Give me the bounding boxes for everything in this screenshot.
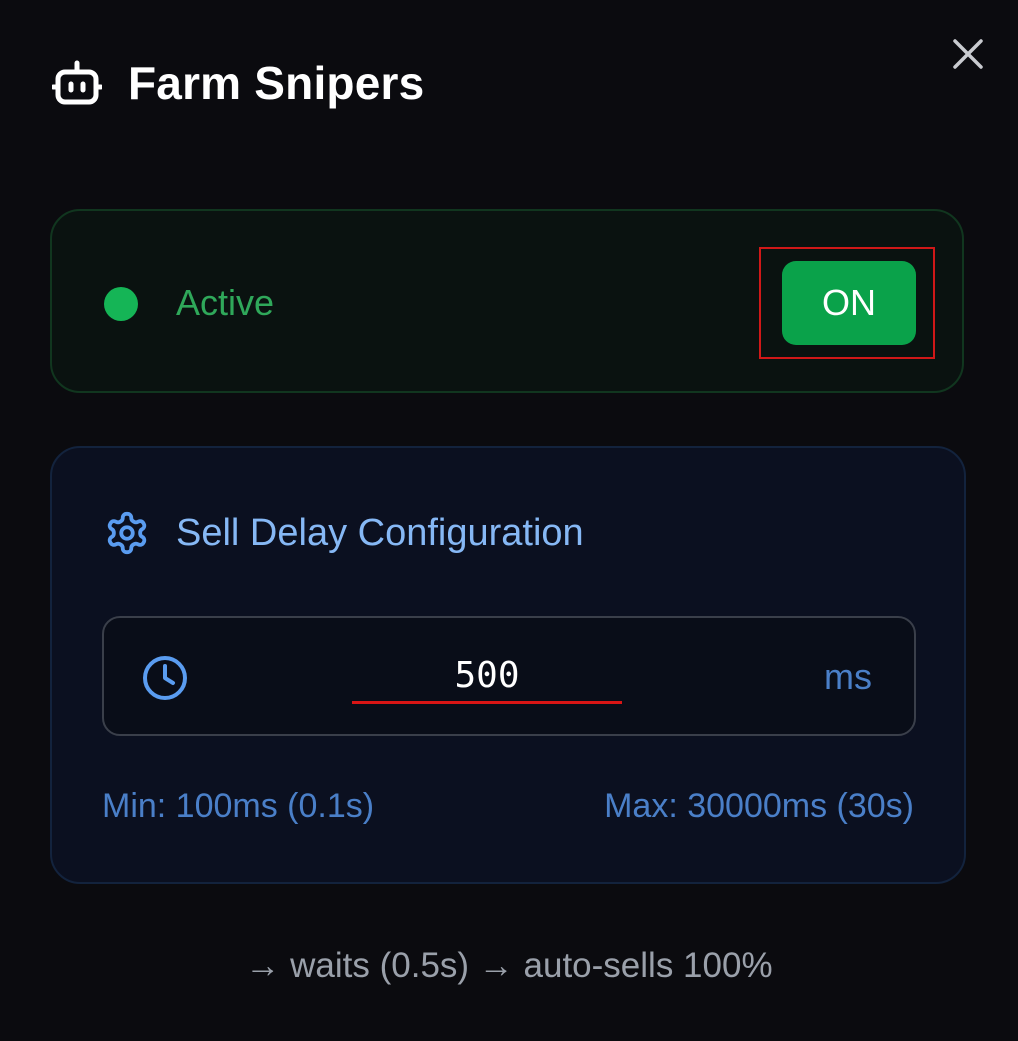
max-delay-label: Max: 30000ms (30s) bbox=[604, 787, 914, 825]
sell-delay-input[interactable] bbox=[352, 650, 622, 704]
config-title: Sell Delay Configuration bbox=[176, 511, 584, 554]
power-toggle-button[interactable]: ON bbox=[782, 261, 916, 345]
sell-delay-config-card: Sell Delay Configuration ms Min: 100ms (… bbox=[50, 446, 966, 884]
flow-summary-text: → waits (0.5s) → auto-sells 100% bbox=[245, 946, 773, 985]
bot-icon bbox=[52, 60, 102, 106]
config-header: Sell Delay Configuration bbox=[104, 506, 584, 560]
status-indicator-dot bbox=[104, 287, 138, 321]
close-icon bbox=[951, 37, 985, 76]
clock-icon bbox=[142, 655, 188, 701]
delay-unit-label: ms bbox=[824, 656, 872, 697]
dialog-title: Farm Snipers bbox=[128, 57, 425, 109]
delay-input-box: ms bbox=[102, 616, 916, 736]
dialog-header: Farm Snipers bbox=[52, 52, 424, 114]
status-card: Active ON bbox=[50, 209, 964, 393]
status-label: Active bbox=[176, 282, 275, 323]
min-delay-label: Min: 100ms (0.1s) bbox=[102, 787, 375, 825]
gear-icon bbox=[104, 510, 150, 556]
close-button[interactable] bbox=[946, 34, 990, 78]
